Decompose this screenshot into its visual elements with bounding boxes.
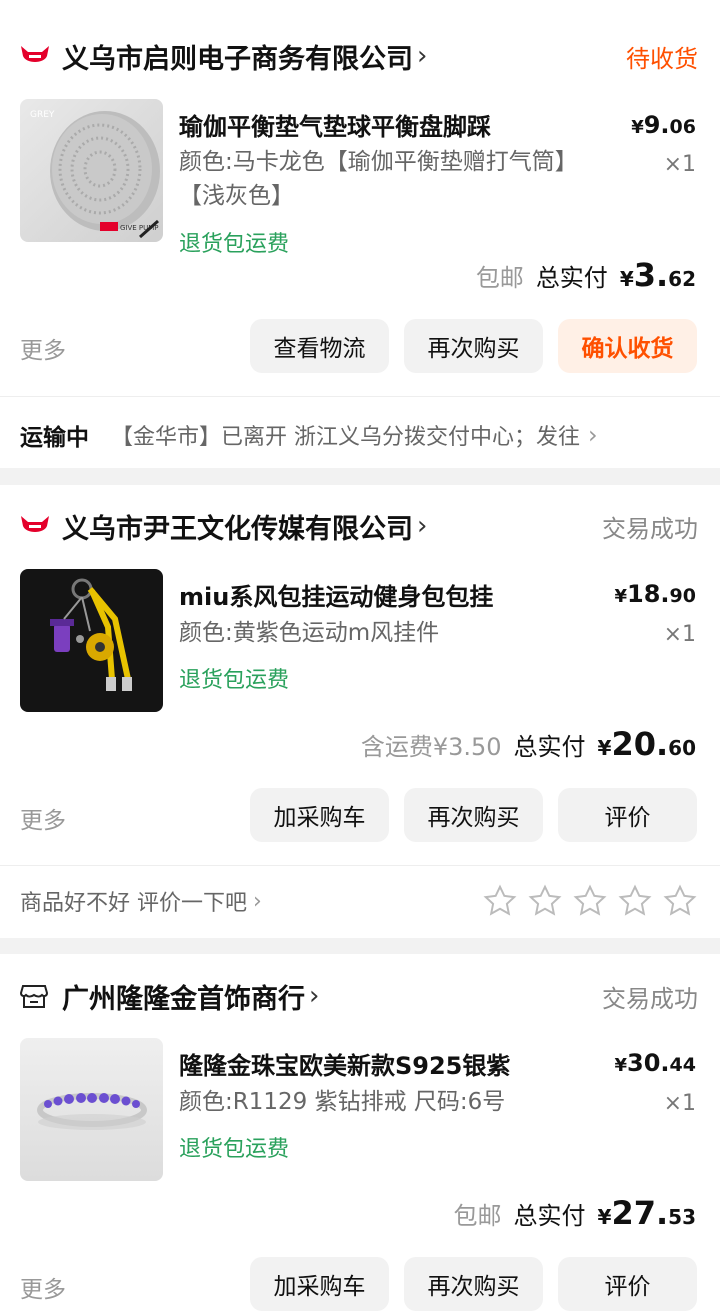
product-title[interactable]: 瑜伽平衡垫气垫球平衡盘脚踩 bbox=[179, 107, 579, 142]
chevron-right-icon: › bbox=[253, 888, 262, 914]
return-note: 退货包运费 bbox=[179, 232, 290, 257]
total-label: 总实付 bbox=[513, 1202, 586, 1230]
add-to-cart-button[interactable]: 加采购车 bbox=[250, 1257, 389, 1311]
buy-again-button[interactable]: 再次购买 bbox=[404, 1257, 543, 1311]
tmall-icon bbox=[20, 513, 52, 539]
shop-header[interactable]: 广州隆隆金首饰商行 › 交易成功 bbox=[20, 976, 698, 1016]
product-price: ¥18.90 bbox=[614, 580, 697, 608]
more-link[interactable]: 更多 bbox=[20, 1270, 66, 1304]
shop-name[interactable]: 义乌市启则电子商务有限公司 bbox=[62, 37, 413, 76]
view-logistics-button[interactable]: 查看物流 bbox=[250, 319, 389, 373]
buy-again-button[interactable]: 再次购买 bbox=[404, 788, 543, 842]
shipping-note: 包邮 bbox=[453, 1202, 502, 1230]
chevron-right-icon: › bbox=[417, 511, 428, 541]
product-sku: 颜色:R1129 紫钻排戒 尺码:6号 bbox=[179, 1089, 506, 1115]
divider bbox=[0, 396, 720, 397]
logistics-row[interactable]: 运输中 【金华市】已离开 浙江义乌分拨交付中心；发往 › bbox=[20, 418, 698, 452]
logistics-status: 运输中 bbox=[20, 425, 89, 451]
product-price: ¥9.06 bbox=[631, 111, 696, 139]
order-status: 交易成功 bbox=[602, 514, 698, 543]
shop-name[interactable]: 义乌市尹王文化传媒有限公司 bbox=[62, 507, 413, 546]
total-amount: ¥20.60 bbox=[597, 725, 696, 763]
return-note: 退货包运费 bbox=[179, 1137, 290, 1162]
star-rating[interactable] bbox=[482, 883, 698, 919]
product-title[interactable]: miu系风包挂运动健身包包挂 bbox=[179, 577, 579, 612]
order-total: 包邮 总实付 ¥3.62 bbox=[476, 256, 696, 294]
review-button[interactable]: 评价 bbox=[558, 788, 697, 842]
tmall-icon bbox=[20, 43, 52, 69]
star-icon[interactable] bbox=[527, 883, 563, 919]
order-total: 含运费¥3.50 总实付 ¥20.60 bbox=[361, 725, 696, 763]
shop-header[interactable]: 义乌市尹王文化传媒有限公司 › 交易成功 bbox=[20, 506, 698, 546]
product-qty: ×1 bbox=[663, 152, 696, 177]
chevron-right-icon: › bbox=[588, 421, 598, 449]
review-button[interactable]: 评价 bbox=[558, 1257, 697, 1311]
review-prompt: 商品好不好 评价一下吧 bbox=[20, 891, 247, 916]
image-label: GREY bbox=[30, 110, 55, 120]
total-amount: ¥27.53 bbox=[597, 1194, 696, 1232]
logistics-text: 【金华市】已离开 浙江义乌分拨交付中心；发往 bbox=[111, 425, 580, 450]
product-qty: ×1 bbox=[663, 1091, 696, 1116]
star-icon[interactable] bbox=[482, 883, 518, 919]
product-sku: 颜色:黄紫色运动m风挂件 bbox=[179, 620, 440, 646]
shop-header[interactable]: 义乌市启则电子商务有限公司 › 待收货 bbox=[20, 36, 698, 76]
shipping-note: 含运费¥3.50 bbox=[360, 733, 502, 761]
product-price: ¥30.44 bbox=[614, 1049, 697, 1077]
order-status: 待收货 bbox=[626, 44, 698, 73]
shipping-note: 包邮 bbox=[475, 264, 524, 292]
product-image[interactable] bbox=[20, 1038, 163, 1181]
chevron-right-icon: › bbox=[417, 41, 428, 71]
product-qty: ×1 bbox=[663, 622, 696, 647]
add-to-cart-button[interactable]: 加采购车 bbox=[250, 788, 389, 842]
star-icon[interactable] bbox=[572, 883, 608, 919]
product-image[interactable] bbox=[20, 569, 163, 712]
star-icon[interactable] bbox=[662, 883, 698, 919]
store-icon bbox=[20, 983, 52, 1009]
divider bbox=[0, 865, 720, 866]
order-status: 交易成功 bbox=[602, 984, 698, 1013]
more-link[interactable]: 更多 bbox=[20, 801, 66, 835]
star-icon[interactable] bbox=[617, 883, 653, 919]
order-total: 包邮 总实付 ¥27.53 bbox=[454, 1194, 696, 1232]
total-label: 总实付 bbox=[513, 733, 586, 761]
confirm-receipt-button[interactable]: 确认收货 bbox=[558, 319, 697, 373]
total-amount: ¥3.62 bbox=[619, 256, 696, 294]
buy-again-button[interactable]: 再次购买 bbox=[404, 319, 543, 373]
product-sku: 颜色:马卡龙色【瑜伽平衡垫赠打气筒】【浅灰色】 bbox=[179, 149, 578, 209]
return-note: 退货包运费 bbox=[179, 668, 290, 693]
product-title[interactable]: 隆隆金珠宝欧美新款S925银紫 bbox=[179, 1046, 579, 1081]
order-card: 义乌市启则电子商务有限公司 › 待收货 GREY GIVE PUMP 瑜伽平衡垫… bbox=[0, 0, 720, 468]
product-image[interactable]: GREY GIVE PUMP bbox=[20, 99, 163, 242]
review-prompt-row[interactable]: 商品好不好 评价一下吧 › bbox=[20, 883, 698, 919]
order-card: 广州隆隆金首饰商行 › 交易成功 隆隆金珠宝欧美新款S925银紫 颜色:R112… bbox=[0, 954, 720, 1313]
more-link[interactable]: 更多 bbox=[20, 331, 66, 365]
order-card: 义乌市尹王文化传媒有限公司 › 交易成功 miu系风包挂运动健身包包挂 颜色:黄… bbox=[0, 485, 720, 938]
total-label: 总实付 bbox=[535, 264, 608, 292]
chevron-right-icon: › bbox=[309, 981, 320, 1011]
shop-name[interactable]: 广州隆隆金首饰商行 bbox=[62, 977, 305, 1016]
